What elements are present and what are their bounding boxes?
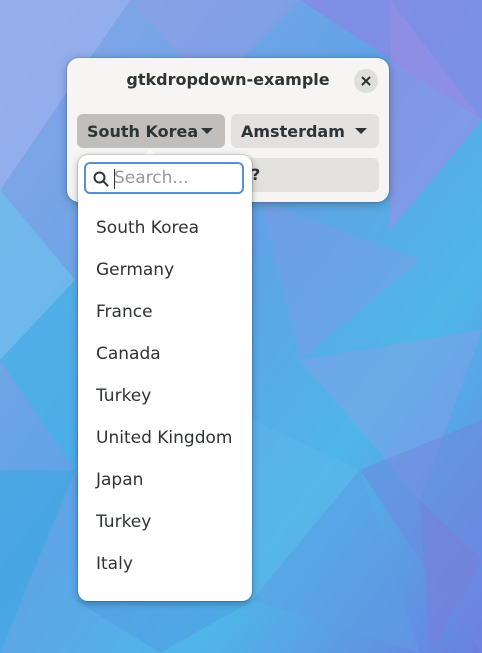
search-input[interactable] [114, 167, 234, 189]
close-icon [361, 76, 371, 86]
list-item[interactable]: Germany [78, 249, 252, 291]
search-field[interactable] [84, 162, 244, 194]
list-item[interactable]: Canada [78, 333, 252, 375]
list-item[interactable]: Turkey [78, 501, 252, 543]
country-list: South Korea Germany France Canada Turkey… [78, 207, 252, 585]
search-icon [93, 171, 109, 187]
city-dropdown-label: Amsterdam [241, 121, 345, 141]
city-dropdown[interactable]: Amsterdam [231, 114, 379, 148]
third-dropdown-label: ? [251, 165, 261, 184]
window-title: gtkdropdown-example [126, 70, 330, 89]
list-item[interactable]: Japan [78, 459, 252, 501]
list-item[interactable]: France [78, 291, 252, 333]
list-item[interactable]: South Korea [78, 207, 252, 249]
close-button[interactable] [354, 69, 378, 93]
country-dropdown-label: South Korea [87, 121, 199, 141]
title-bar[interactable]: gtkdropdown-example [67, 58, 389, 102]
list-item[interactable]: United Kingdom [78, 417, 252, 459]
country-dropdown[interactable]: South Korea [77, 114, 225, 148]
chevron-down-icon [201, 128, 213, 134]
text-caret [114, 169, 115, 189]
list-item[interactable]: Italy [78, 543, 252, 585]
third-dropdown[interactable]: ? [231, 158, 379, 192]
list-item[interactable]: Turkey [78, 375, 252, 417]
country-dropdown-popover: South Korea Germany France Canada Turkey… [78, 155, 252, 601]
chevron-down-icon [355, 128, 367, 134]
